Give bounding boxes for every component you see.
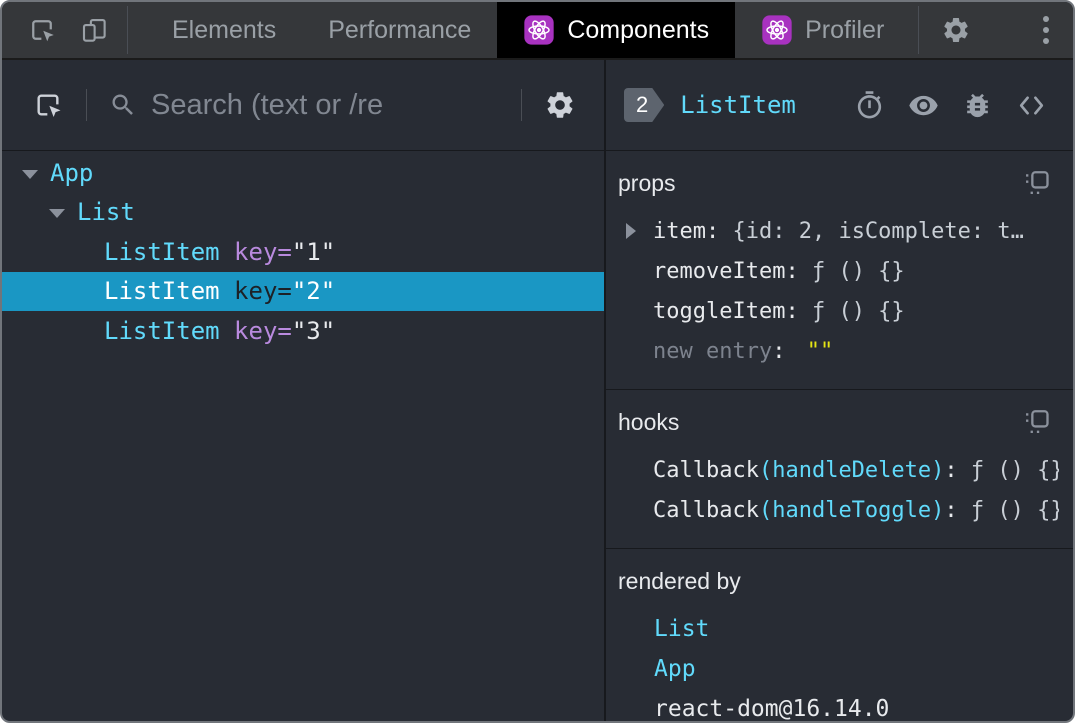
prop-row-removeitem[interactable]: removeItem: ƒ () {}: [618, 251, 1059, 291]
component-name: ListItem: [104, 237, 220, 266]
selected-component-title: ListItem: [680, 91, 796, 119]
key-attribute: key=: [234, 237, 292, 266]
component-name: App: [50, 158, 94, 187]
rendered-by-list-link[interactable]: List: [618, 609, 1059, 649]
key-value: "2": [291, 277, 336, 306]
hook-row-handletoggle[interactable]: Callback (handleToggle): ƒ () {}: [618, 490, 1059, 530]
react-logo-icon: [761, 14, 793, 46]
devtools-window: Elements Performance Components Profiler: [0, 0, 1075, 723]
component-details-panel: 2 ListItem props item: {id: 2, isComple…: [606, 60, 1073, 721]
tree-row-list[interactable]: List: [2, 193, 604, 233]
component-name: ListItem: [104, 316, 220, 345]
prop-row-toggleitem[interactable]: toggleItem: ƒ () {}: [618, 291, 1059, 331]
hook-fn-name: (handleToggle): [758, 497, 945, 523]
search-input[interactable]: [151, 88, 499, 122]
section-title: props: [618, 169, 676, 196]
prop-value: ƒ () {}: [811, 258, 905, 284]
tab-label: Profiler: [805, 15, 885, 44]
inspect-element-icon[interactable]: [27, 15, 57, 45]
prop-row-new-entry[interactable]: new entry: "": [618, 331, 1059, 371]
key-attribute: key=: [234, 316, 292, 345]
prop-value: {id: 2, isComplete: t…: [732, 218, 1024, 244]
key-value: "1": [291, 237, 336, 266]
tab-performance[interactable]: Performance: [302, 2, 497, 58]
settings-gear-icon[interactable]: [941, 15, 971, 45]
prop-value: ƒ () {}: [811, 298, 905, 324]
tab-label: Components: [567, 15, 710, 44]
component-name: List: [77, 198, 135, 227]
owners-stack-badge[interactable]: 2: [624, 88, 664, 122]
component-name: ListItem: [104, 277, 220, 306]
kebab-menu-icon[interactable]: [1043, 16, 1049, 44]
rendered-by-app-link[interactable]: App: [618, 649, 1059, 689]
new-entry-label: new entry: [653, 338, 773, 364]
inspect-component-icon[interactable]: [32, 89, 64, 121]
hook-value: ƒ () {}: [970, 497, 1059, 523]
section-title: hooks: [618, 408, 680, 435]
tab-profiler[interactable]: Profiler: [735, 2, 910, 58]
tab-components[interactable]: Components: [497, 2, 736, 58]
prop-name: removeItem: [653, 258, 786, 284]
settings-gear-icon[interactable]: [544, 89, 576, 121]
key-value: "3": [291, 316, 336, 345]
separator: [918, 6, 920, 54]
components-tree-panel: App List ListItem key="1" ListItem key="…: [2, 60, 606, 721]
tree-toolbar: [2, 60, 604, 151]
separator: [521, 89, 522, 121]
copy-icon[interactable]: [1023, 169, 1051, 197]
tab-elements[interactable]: Elements: [146, 2, 302, 58]
copy-icon[interactable]: [1023, 408, 1051, 436]
chevron-down-icon[interactable]: [49, 209, 65, 219]
separator: [86, 89, 87, 121]
section-title: rendered by: [618, 567, 741, 594]
chevron-right-icon[interactable]: [626, 223, 636, 239]
tree-row-listitem-1[interactable]: ListItem key= "1": [2, 232, 604, 272]
details-header: 2 ListItem: [606, 60, 1073, 151]
chevron-down-icon[interactable]: [22, 169, 38, 179]
device-toolbar-icon[interactable]: [79, 15, 109, 45]
stopwatch-suspend-icon[interactable]: [854, 90, 885, 121]
devtools-tabbar: Elements Performance Components Profiler: [2, 2, 1073, 60]
search-icon: [109, 91, 137, 119]
hook-name: Callback: [653, 497, 759, 523]
hook-name: Callback: [653, 457, 759, 483]
tree-row-app[interactable]: App: [2, 153, 604, 193]
key-attribute: key=: [234, 277, 292, 306]
separator: [127, 6, 128, 54]
tree-row-listitem-2-selected[interactable]: ListItem key= "2": [2, 271, 604, 311]
component-tree: App List ListItem key= "1" ListItem key= "…: [2, 151, 604, 351]
hooks-section: hooks Callback (handleDelete): ƒ () {} Ca…: [606, 390, 1073, 549]
prop-row-item[interactable]: item: {id: 2, isComplete: t…: [618, 211, 1059, 251]
view-source-icon[interactable]: [1016, 90, 1047, 121]
tab-label: Elements: [172, 15, 277, 44]
prop-name: toggleItem: [653, 298, 786, 324]
hook-value: ƒ () {}: [970, 457, 1059, 483]
props-section: props item: {id: 2, isComplete: t… remov…: [606, 151, 1073, 390]
prop-name: item: [653, 218, 706, 244]
react-logo-icon: [523, 14, 555, 46]
eye-inspect-dom-icon[interactable]: [908, 90, 939, 121]
tree-row-listitem-3[interactable]: ListItem key= "3": [2, 311, 604, 351]
tab-label: Performance: [328, 15, 472, 44]
hook-fn-name: (handleDelete): [758, 457, 945, 483]
rendered-by-section: rendered by List App react-dom@16.14.0: [606, 549, 1073, 722]
new-entry-value[interactable]: "": [799, 339, 834, 364]
rendered-by-react-dom: react-dom@16.14.0: [654, 696, 890, 721]
hook-row-handledelete[interactable]: Callback (handleDelete): ƒ () {}: [618, 450, 1059, 490]
bug-log-icon[interactable]: [962, 90, 993, 121]
